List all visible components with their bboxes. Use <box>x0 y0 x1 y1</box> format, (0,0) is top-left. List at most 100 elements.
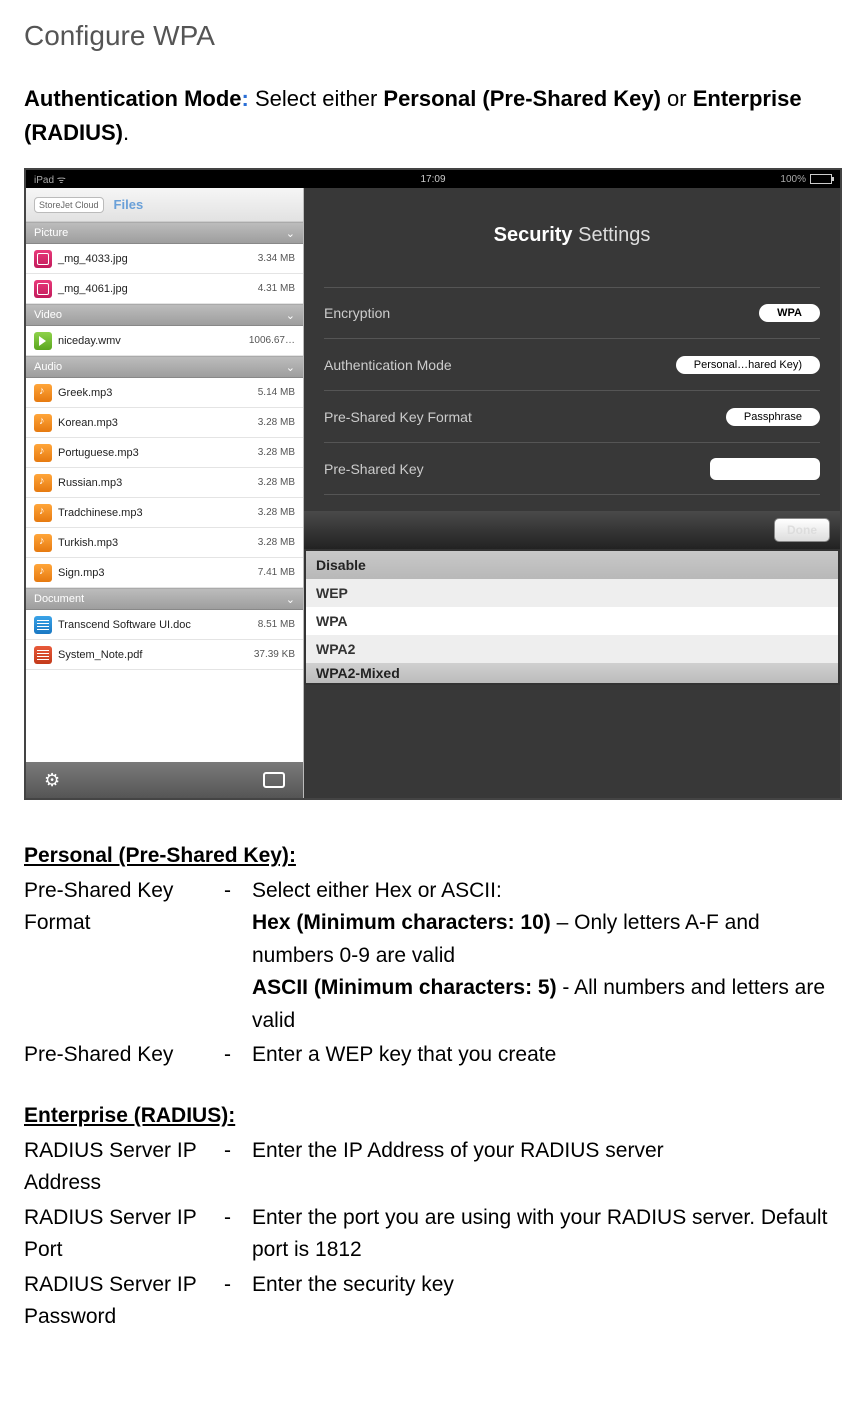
picker-option-wpa2mixed[interactable]: WPA2-Mixed <box>306 663 838 683</box>
def-body: Enter the security key <box>252 1269 842 1334</box>
tablet-icon[interactable] <box>263 772 285 788</box>
list-item[interactable]: Transcend Software UI.doc8.51 MB <box>26 610 303 640</box>
file-size: 3.28 MB <box>258 417 295 428</box>
file-size: 4.31 MB <box>258 283 295 294</box>
def-line: Select either Hex or ASCII: <box>252 879 502 902</box>
file-name: Portuguese.mp3 <box>58 447 139 459</box>
file-name: niceday.wmv <box>58 335 121 347</box>
intro-personal: Personal (Pre-Shared Key) <box>383 86 661 111</box>
def-body: Enter the IP Address of your RADIUS serv… <box>252 1135 842 1200</box>
row-encryption-label: Encryption <box>324 305 390 321</box>
row-psk-label: Pre-Shared Key <box>324 461 424 477</box>
list-item[interactable]: niceday.wmv 1006.67… <box>26 326 303 356</box>
row-pskformat[interactable]: Pre-Shared Key Format Passphrase <box>324 391 820 443</box>
battery-icon <box>810 174 832 184</box>
list-item[interactable]: Korean.mp33.28 MB <box>26 408 303 438</box>
chevron-down-icon: ⌄ <box>286 593 295 606</box>
file-size: 8.51 MB <box>258 619 295 630</box>
section-video-label: Video <box>34 309 62 321</box>
status-right: 100% <box>780 174 832 185</box>
picker-option-wep[interactable]: WEP <box>306 579 838 607</box>
document-icon <box>34 646 52 664</box>
section-video[interactable]: Video ⌄ <box>26 304 303 326</box>
def-term: RADIUS Server IP Address <box>24 1135 224 1200</box>
picker[interactable]: Disable WEP WPA WPA2 WPA2-Mixed <box>304 549 840 685</box>
def-psk: Pre-Shared Key - Enter a WEP key that yo… <box>24 1039 842 1072</box>
picker-option-wpa[interactable]: WPA <box>306 607 838 635</box>
file-size: 37.39 KB <box>254 649 295 660</box>
list-item[interactable]: _mg_4061.jpg 4.31 MB <box>26 274 303 304</box>
chevron-down-icon: ⌄ <box>286 361 295 374</box>
battery-percent: 100% <box>780 174 806 185</box>
status-left: iPad ᯤ <box>34 172 66 186</box>
chevron-down-icon: ⌄ <box>286 309 295 322</box>
intro-end: . <box>123 120 129 145</box>
row-encryption[interactable]: Encryption WPA <box>324 287 820 339</box>
picture-icon <box>34 280 52 298</box>
file-size: 3.28 MB <box>258 447 295 458</box>
row-authmode[interactable]: Authentication Mode Personal…hared Key) <box>324 339 820 391</box>
picker-wrapper: Done Disable WEP WPA WPA2 WPA2-Mixed <box>304 511 840 685</box>
list-item[interactable]: Greek.mp35.14 MB <box>26 378 303 408</box>
heading-personal: Personal (Pre-Shared Key): <box>24 840 842 873</box>
encryption-value-button[interactable]: WPA <box>759 304 820 322</box>
list-item[interactable]: Tradchinese.mp33.28 MB <box>26 498 303 528</box>
heading-enterprise: Enterprise (RADIUS): <box>24 1100 842 1133</box>
audio-icon <box>34 384 52 402</box>
file-size: 3.34 MB <box>258 253 295 264</box>
psk-input[interactable] <box>710 458 820 480</box>
list-item[interactable]: Sign.mp3 7.41 MB <box>26 558 303 588</box>
def-radius-ip: RADIUS Server IP Address - Enter the IP … <box>24 1135 842 1200</box>
file-name: Sign.mp3 <box>58 567 104 579</box>
list-item[interactable]: Portuguese.mp3 3.28 MB <box>26 438 303 468</box>
chevron-down-icon: ⌄ <box>286 227 295 240</box>
list-item[interactable]: Russian.mp33.28 MB <box>26 468 303 498</box>
section-document[interactable]: Document ⌄ <box>26 588 303 610</box>
picker-option-disable[interactable]: Disable <box>306 551 838 579</box>
def-term: RADIUS Server IP Password <box>24 1269 224 1334</box>
file-size: 1006.67… <box>249 335 295 346</box>
sidebar-header: StoreJet Cloud Files <box>26 188 303 222</box>
list-item[interactable]: _mg_4033.jpg 3.34 MB <box>26 244 303 274</box>
gear-icon[interactable]: ⚙ <box>44 770 60 791</box>
def-dash: - <box>224 1269 252 1334</box>
file-size: 5.14 MB <box>258 387 295 398</box>
file-size: 3.28 MB <box>258 537 295 548</box>
list-item[interactable]: Turkish.mp33.28 MB <box>26 528 303 558</box>
row-pskformat-label: Pre-Shared Key Format <box>324 409 472 425</box>
def-term: Pre-Shared Key <box>24 1039 224 1072</box>
row-psk[interactable]: Pre-Shared Key <box>324 443 820 495</box>
file-name: _mg_4061.jpg <box>58 283 128 295</box>
def-line: Enter the IP Address of your RADIUS serv… <box>252 1139 664 1162</box>
file-size: 7.41 MB <box>258 567 295 578</box>
file-name: _mg_4033.jpg <box>58 253 128 265</box>
file-name: System_Note.pdf <box>58 649 142 661</box>
def-line: Enter a WEP key that you create <box>252 1043 556 1066</box>
list-item[interactable]: System_Note.pdf 37.39 KB <box>26 640 303 670</box>
authmode-value-button[interactable]: Personal…hared Key) <box>676 356 820 374</box>
panel-title-rest: Settings <box>573 224 651 246</box>
def-term: RADIUS Server IP Port <box>24 1202 224 1267</box>
section-picture[interactable]: Picture ⌄ <box>26 222 303 244</box>
def-body: Enter the port you are using with your R… <box>252 1202 842 1267</box>
audio-icon <box>34 444 52 462</box>
def-radius-password: RADIUS Server IP Password - Enter the se… <box>24 1269 842 1334</box>
def-dash: - <box>224 875 252 1038</box>
picture-icon <box>34 250 52 268</box>
def-dash: - <box>224 1135 252 1200</box>
audio-icon <box>34 534 52 552</box>
main-panel: Security Settings Encryption WPA Authent… <box>304 188 840 798</box>
pskformat-value-button[interactable]: Passphrase <box>726 408 820 426</box>
done-button[interactable]: Done <box>774 518 830 542</box>
file-size: 3.28 MB <box>258 507 295 518</box>
section-audio[interactable]: Audio ⌄ <box>26 356 303 378</box>
app-logo: StoreJet Cloud <box>34 197 104 213</box>
def-term: Pre-Shared Key Format <box>24 875 224 1038</box>
picker-option-wpa2[interactable]: WPA2 <box>306 635 838 663</box>
def-dash: - <box>224 1039 252 1072</box>
file-size: 3.28 MB <box>258 477 295 488</box>
intro-paragraph: Authentication Mode: Select either Perso… <box>24 82 842 150</box>
document-icon <box>34 616 52 634</box>
video-icon <box>34 332 52 350</box>
status-bar: iPad ᯤ 17:09 100% <box>26 170 840 188</box>
